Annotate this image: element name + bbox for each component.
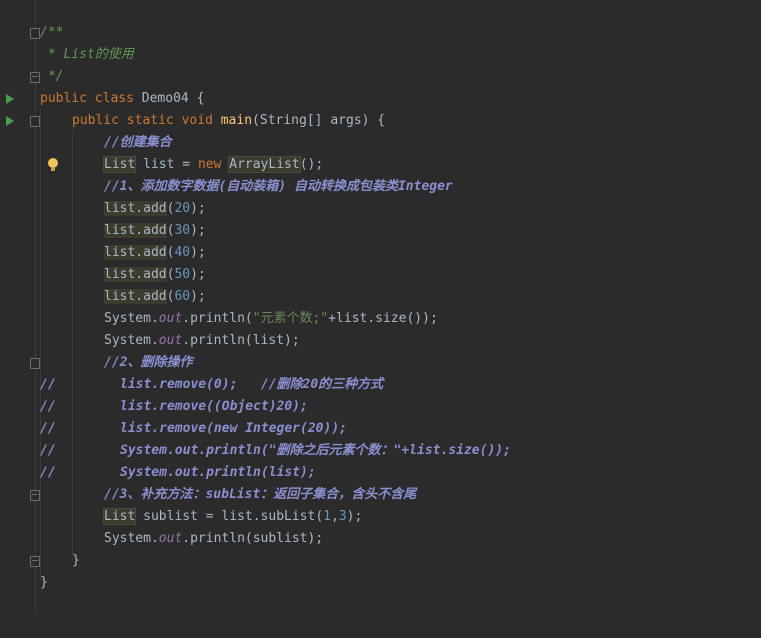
lightbulb-icon[interactable] [48,158,58,171]
commented-code: list.remove(new Integer(20)); [120,421,347,436]
code-line: public class Demo04 { [0,88,761,110]
code-line: System.out.println(sublist); [0,528,761,550]
code-line: list.add(40); [0,242,761,264]
code-line: public static void main(String[] args) { [0,110,761,132]
code-line: // System.out.println("删除之后元素个数："+list.s… [0,440,761,462]
line-comment: //3、补充方法：subList：返回子集合，含头不含尾 [104,487,417,502]
comment-marker: // [40,421,56,436]
code-statement: System.out.println("元素个数;"+list.size()); [104,311,438,326]
fold-icon[interactable] [30,556,40,567]
code-editor[interactable]: /** * List的使用 */ public class Demo04 { p… [0,0,761,612]
closing-brace: } [40,575,48,590]
code-line: List sublist = list.subList(1,3); [0,506,761,528]
code-line: //2、删除操作 [0,352,761,374]
class-declaration: public class Demo04 { [40,91,205,106]
code-line: * List的使用 [0,44,761,66]
code-line: } [0,572,761,594]
code-line: // list.remove(0); //删除20的三种方式 [0,374,761,396]
code-line: //3、补充方法：subList：返回子集合，含头不含尾 [0,484,761,506]
code-line: System.out.println(list); [0,330,761,352]
code-statement: list.add(50); [104,267,206,282]
fold-icon[interactable] [30,358,40,369]
comment-marker: // [40,377,56,392]
code-statement: list.add(40); [104,245,206,260]
fold-icon[interactable] [30,72,40,83]
code-line: // list.remove(new Integer(20)); [0,418,761,440]
code-line: List list = new ArrayList(); [0,154,761,176]
code-line: /** [0,22,761,44]
code-line: list.add(30); [0,220,761,242]
code-line: list.add(60); [0,286,761,308]
code-line: list.add(20); [0,198,761,220]
code-statement: list.add(20); [104,201,206,216]
method-declaration: public static void main(String[] args) { [72,113,386,128]
comment-marker: // [40,399,56,414]
comment-marker: // [40,465,56,480]
code-line: //1、添加数字数据(自动装箱) 自动转换成包装类Integer [0,176,761,198]
code-line: // list.remove((Object)20); [0,396,761,418]
commented-code: list.remove((Object)20); [120,399,308,414]
line-comment: //2、删除操作 [104,355,193,370]
commented-code: System.out.println("删除之后元素个数："+list.size… [120,443,511,458]
doc-comment: /** [40,25,64,40]
code-line: } [0,550,761,572]
code-statement: List sublist = list.subList(1,3); [102,508,363,525]
code-statement: System.out.println(sublist); [104,531,324,546]
code-line: // System.out.println(list); [0,462,761,484]
code-statement: list.add(30); [104,223,206,238]
run-icon[interactable] [6,94,14,104]
doc-comment: * List的使用 [40,47,134,62]
commented-code: list.remove(0); //删除20的三种方式 [120,377,384,392]
code-line: */ [0,66,761,88]
line-comment: //创建集合 [104,135,172,150]
line-comment: //1、添加数字数据(自动装箱) 自动转换成包装类Integer [104,179,453,194]
code-line: System.out.println("元素个数;"+list.size()); [0,308,761,330]
fold-icon[interactable] [30,116,40,127]
code-statement: System.out.println(list); [104,333,300,348]
run-icon[interactable] [6,116,14,126]
code-statement: List list = new ArrayList(); [102,156,324,173]
code-line: list.add(50); [0,264,761,286]
comment-marker: // [40,443,56,458]
commented-code: System.out.println(list); [120,465,316,480]
doc-comment: */ [40,69,64,84]
closing-brace: } [72,553,80,568]
fold-icon[interactable] [30,28,40,39]
code-line: //创建集合 [0,132,761,154]
fold-icon[interactable] [30,490,40,501]
code-statement: list.add(60); [104,289,206,304]
